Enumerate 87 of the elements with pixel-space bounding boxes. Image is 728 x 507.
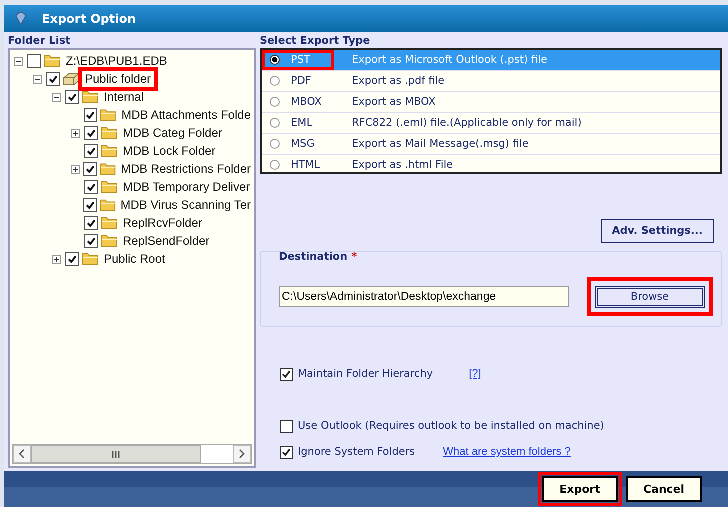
export-type-name: MBOX [290,95,323,109]
checkbox[interactable] [83,162,97,176]
folder-icon [101,144,118,158]
export-type-row[interactable]: PDF Export as .pdf file [262,71,720,92]
export-type-name: HTML [290,158,322,172]
tree-item[interactable]: MDB Virus Scanning Ter [118,197,254,213]
checkbox[interactable] [84,180,98,194]
export-type-row[interactable]: HTML Export as .html File [262,155,720,172]
checkbox[interactable] [83,198,97,212]
checkbox[interactable] [65,90,79,104]
radio-button[interactable] [270,97,280,107]
tree-item[interactable]: MDB Attachments Folde [118,107,254,123]
expand-toggle[interactable] [71,164,82,174]
folder-stack-icon [63,72,80,86]
group-label: Select Export Type [260,34,372,48]
radio-button[interactable] [270,160,280,170]
tree-item[interactable]: MDB Lock Folder [120,143,219,159]
folder-icon [101,126,118,140]
adv-settings-button[interactable]: Adv. Settings... [601,219,714,243]
export-type-description: Export as .html File [352,159,454,171]
folder-icon [100,108,117,122]
folder-icon [101,234,118,248]
checkbox[interactable] [280,368,293,380]
scroll-right-icon[interactable] [233,445,251,463]
option-label: Use Outlook (Requires outlook to be installed on machine) [298,420,604,432]
folder-icon [82,252,99,266]
tree-item[interactable]: MDB Categ Folder [120,125,226,141]
group-label: Destination [279,251,348,263]
export-type-description: Export as .pdf file [352,75,445,87]
collapse-toggle[interactable] [33,74,44,84]
folder-icon [100,162,116,176]
radio-button[interactable] [270,118,280,128]
help-link[interactable]: [?] [469,368,482,380]
radio-button[interactable] [270,55,280,65]
tree-item[interactable]: Public Root [101,251,168,267]
dialog-button[interactable]: Export [542,476,618,502]
radio-button[interactable] [270,139,280,149]
export-type-name: PST [290,53,312,67]
path-field[interactable]: C:\Users\Administrator\Desktop\exchange [279,286,569,307]
checkbox[interactable] [84,144,98,158]
horizontal-scrollbar[interactable] [12,444,252,464]
tree-item[interactable]: ReplSendFolder [120,233,213,249]
tree-item[interactable]: Z:\EDB\PUB1.EDB [63,53,170,69]
scroll-thumb[interactable] [31,445,201,463]
folder-icon [44,54,61,68]
tree-item[interactable]: MDB Restrictions Folder [118,161,254,177]
checkbox[interactable] [65,252,79,266]
collapse-toggle[interactable] [52,92,63,102]
checkbox[interactable] [27,54,41,68]
gem-icon [14,12,28,26]
checkbox[interactable] [280,446,293,458]
checkbox[interactable] [280,420,293,432]
export-type-row[interactable]: MBOX Export as MBOX [262,92,720,113]
tree-item[interactable]: ReplRcvFolder [120,215,206,231]
export-type-row[interactable]: MSG Export as Mail Message(.msg) file [262,134,720,155]
window-title: Export Option [42,12,136,26]
checkbox[interactable] [84,108,98,122]
folder-icon [101,216,118,230]
radio-button[interactable] [270,76,280,86]
export-type-description: Export as Microsoft Outlook (.pst) file [352,54,548,66]
export-type-description: RFC822 (.eml) file.(Applicable only for mail) [352,117,582,129]
help-link[interactable]: What are system folders ? [443,446,571,458]
export-type-description: Export as Mail Message(.msg) file [352,138,529,150]
option-label: Ignore System Folders [298,446,416,458]
tree-item[interactable]: MDB Temporary Deliver [120,179,254,195]
checkbox[interactable] [84,126,98,140]
export-type-name: MSG [290,137,316,151]
dialog-button[interactable]: Cancel [626,476,702,502]
collapse-toggle[interactable] [14,56,25,66]
checkbox[interactable] [46,72,60,86]
export-type-name: PDF [290,74,312,88]
checkbox[interactable] [84,216,98,230]
folder-icon [101,180,118,194]
scroll-left-icon[interactable] [13,445,31,463]
browse-button[interactable]: Browse [595,286,705,308]
folder-icon [100,198,116,212]
option-label: Maintain Folder Hierarchy [298,368,434,380]
export-type-name: EML [290,116,314,130]
export-type-description: Export as MBOX [352,96,436,108]
checkbox[interactable] [84,234,98,248]
export-type-row[interactable]: EML RFC822 (.eml) file.(Applicable only for mail) [262,113,720,134]
group-label: Folder List [8,34,72,48]
required-mark: * [352,251,358,263]
expand-toggle[interactable] [52,254,63,264]
folder-icon [82,90,99,104]
tree-item[interactable]: Internal [101,89,148,105]
expand-toggle[interactable] [71,128,82,138]
